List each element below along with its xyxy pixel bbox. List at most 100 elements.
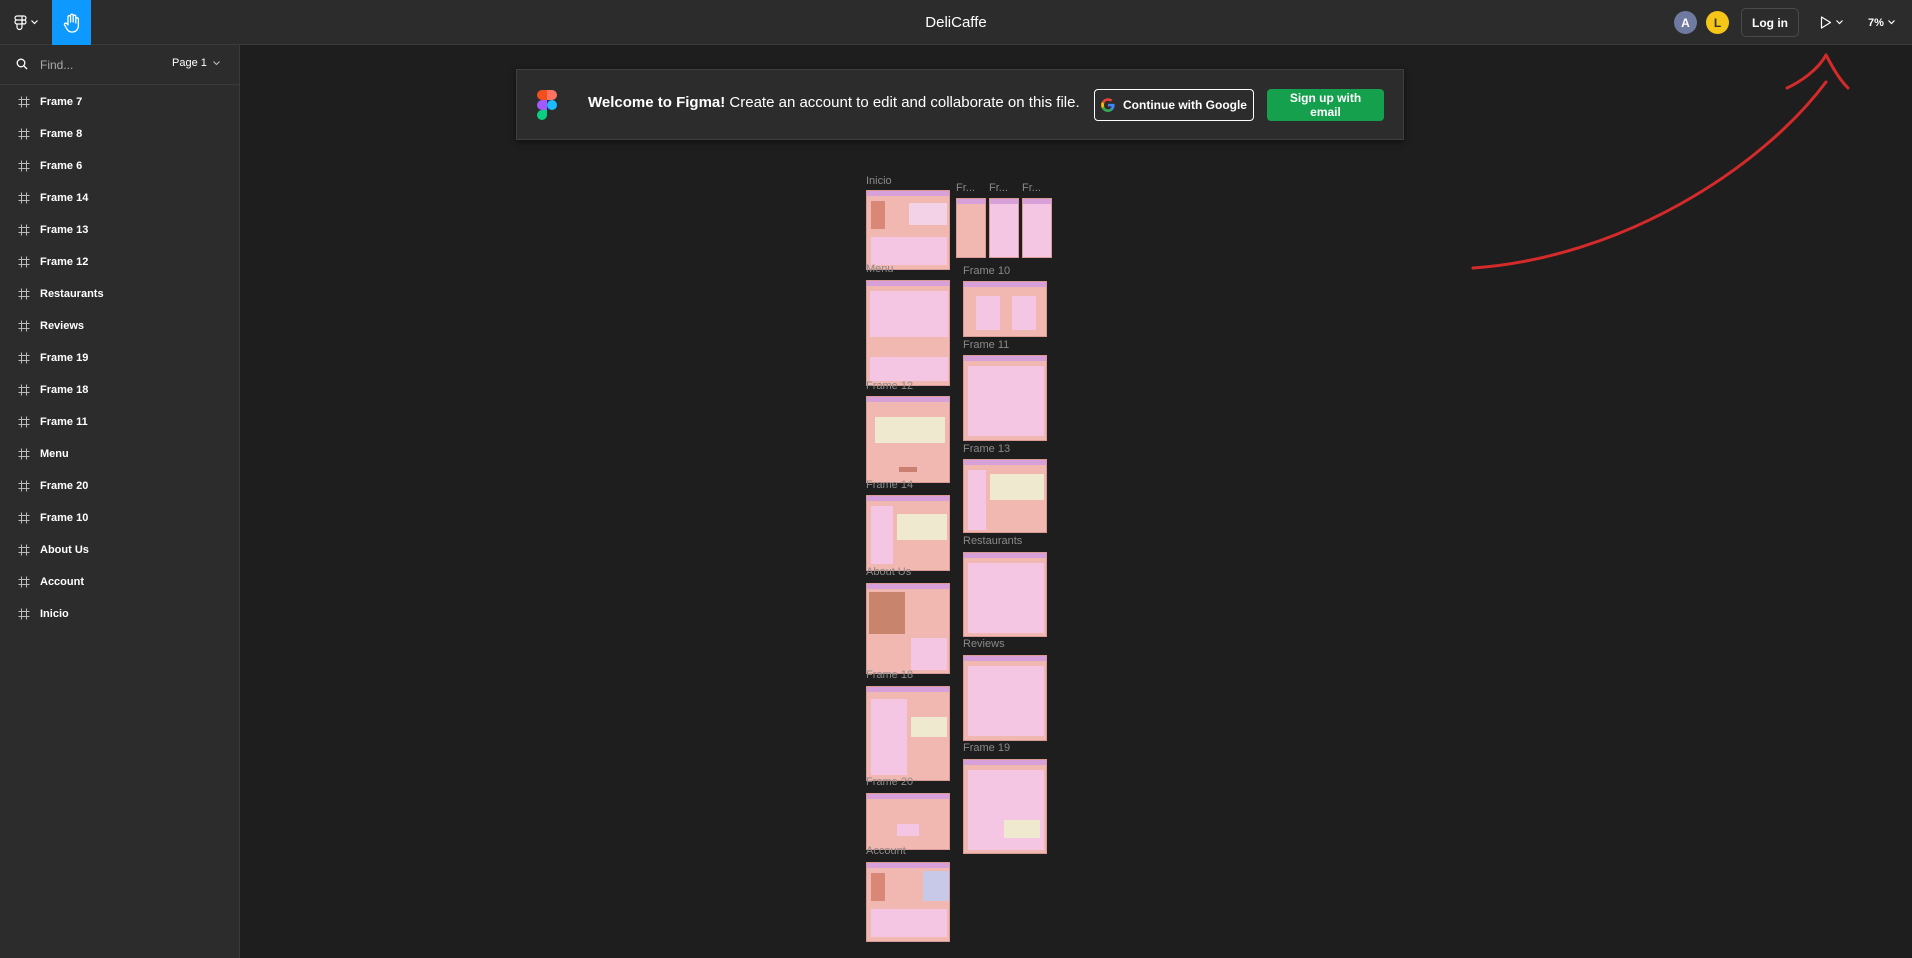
login-button[interactable]: Log in xyxy=(1741,8,1799,37)
frame-label: Frame 20 xyxy=(866,776,914,788)
layer-item-label: About Us xyxy=(40,544,89,556)
frame-label: Fr... xyxy=(989,182,1008,194)
hand-tool-button[interactable] xyxy=(52,0,91,45)
avatar[interactable]: L xyxy=(1706,11,1729,34)
frame-label: Frame 12 xyxy=(866,380,914,392)
frame-thumbnail[interactable] xyxy=(963,355,1047,441)
avatar[interactable]: A xyxy=(1674,11,1697,34)
present-button[interactable] xyxy=(1820,10,1856,35)
figma-logo-icon xyxy=(537,90,557,120)
frame-thumbnail[interactable] xyxy=(956,198,986,258)
frame-thumbnail[interactable] xyxy=(866,793,950,850)
frame-label: Fr... xyxy=(956,182,975,194)
layer-item-label: Frame 18 xyxy=(40,384,89,396)
layer-item[interactable]: Inicio xyxy=(0,598,239,630)
frame-label: Frame 13 xyxy=(963,443,1011,455)
sign-up-email-button[interactable]: Sign up with email xyxy=(1267,89,1384,121)
layer-item[interactable]: Reviews xyxy=(0,310,239,342)
page-selector-label: Page 1 xyxy=(172,57,207,69)
frame-thumbnail[interactable] xyxy=(866,583,950,674)
layer-item[interactable]: Account xyxy=(0,566,239,598)
layer-item-label: Menu xyxy=(40,448,69,460)
welcome-banner: Welcome to Figma! Create an account to e… xyxy=(516,69,1404,140)
layer-search-input[interactable] xyxy=(38,53,162,77)
frame-icon xyxy=(18,192,30,204)
frame-thumbnail[interactable] xyxy=(866,686,950,781)
layer-item[interactable]: Frame 20 xyxy=(0,470,239,502)
layer-item-label: Frame 12 xyxy=(40,256,89,268)
annotation-arrow xyxy=(1471,53,1850,270)
frame-icon xyxy=(18,224,30,236)
welcome-title: Welcome to Figma! xyxy=(588,94,726,111)
frame-icon xyxy=(18,384,30,396)
layer-search-row: Page 1 xyxy=(0,45,239,85)
frame-icon xyxy=(18,544,30,556)
page-selector[interactable]: Page 1 xyxy=(172,57,220,69)
frame-thumbnail[interactable] xyxy=(963,655,1047,741)
frame-thumbnail[interactable] xyxy=(866,280,950,386)
chevron-down-icon xyxy=(212,60,220,65)
frame-icon xyxy=(18,96,30,108)
layer-item[interactable]: Frame 12 xyxy=(0,246,239,278)
layer-item-label: Frame 10 xyxy=(40,512,89,524)
continue-with-google-label: Continue with Google xyxy=(1123,98,1247,112)
frame-thumbnail[interactable] xyxy=(963,459,1047,533)
layer-item[interactable]: Frame 6 xyxy=(0,150,239,182)
layers-sidebar: Page 1 Frame 7 Frame 8 Frame 6 Frame 14 … xyxy=(0,45,240,958)
play-icon xyxy=(1820,16,1832,29)
google-logo-icon xyxy=(1101,98,1115,112)
main-menu-button[interactable] xyxy=(0,0,52,45)
frame-label: Frame 11 xyxy=(963,339,1010,351)
zoom-level: 7% xyxy=(1868,16,1884,29)
frame-label: Inicio xyxy=(866,175,892,187)
layer-item-label: Frame 11 xyxy=(40,416,88,428)
layer-item[interactable]: Frame 11 xyxy=(0,406,239,438)
layer-item[interactable]: Frame 8 xyxy=(0,118,239,150)
layer-item-label: Inicio xyxy=(40,608,69,620)
frame-thumbnail[interactable] xyxy=(963,552,1047,637)
frame-thumbnail[interactable] xyxy=(866,396,950,483)
frame-icon xyxy=(18,288,30,300)
continue-with-google-button[interactable]: Continue with Google xyxy=(1094,89,1254,121)
frame-label: Restaurants xyxy=(963,535,1023,547)
frame-label: Frame 10 xyxy=(963,265,1011,277)
frame-icon xyxy=(18,608,30,620)
layer-item[interactable]: Frame 19 xyxy=(0,342,239,374)
frame-thumbnail[interactable] xyxy=(963,759,1047,854)
layer-item[interactable]: Frame 13 xyxy=(0,214,239,246)
frame-label: Frame 19 xyxy=(963,742,1011,754)
layer-item[interactable]: About Us xyxy=(0,534,239,566)
frame-thumbnail[interactable] xyxy=(866,862,950,942)
frame-icon xyxy=(18,128,30,140)
frame-thumbnail[interactable] xyxy=(866,190,950,270)
layer-item[interactable]: Frame 14 xyxy=(0,182,239,214)
layer-item-label: Frame 6 xyxy=(40,160,83,172)
layer-item-label: Frame 7 xyxy=(40,96,83,108)
layer-item-label: Frame 20 xyxy=(40,480,89,492)
chevron-down-icon xyxy=(1887,20,1895,25)
frame-thumbnail[interactable] xyxy=(963,281,1047,337)
layer-item-label: Frame 14 xyxy=(40,192,89,204)
layer-item[interactable]: Frame 18 xyxy=(0,374,239,406)
layer-item[interactable]: Restaurants xyxy=(0,278,239,310)
frame-icon xyxy=(18,160,30,172)
welcome-message: Welcome to Figma! Create an account to e… xyxy=(588,94,1080,111)
frame-icon xyxy=(18,512,30,524)
frame-thumbnail[interactable] xyxy=(1022,198,1052,258)
layer-item-label: Account xyxy=(40,576,84,588)
layer-item[interactable]: Frame 7 xyxy=(0,86,239,118)
layer-item[interactable]: Menu xyxy=(0,438,239,470)
frame-label: Frame 14 xyxy=(866,479,914,491)
frame-thumbnail[interactable] xyxy=(989,198,1019,258)
layer-item-label: Restaurants xyxy=(40,288,104,300)
search-icon xyxy=(16,58,28,70)
layer-item-label: Frame 8 xyxy=(40,128,83,140)
layer-item[interactable]: Frame 10 xyxy=(0,502,239,534)
layer-item-label: Reviews xyxy=(40,320,85,332)
frame-icon xyxy=(18,480,30,492)
frame-thumbnail[interactable] xyxy=(866,495,950,571)
frame-label: About Us xyxy=(866,566,912,578)
frame-icon xyxy=(18,320,30,332)
zoom-menu-button[interactable]: 7% xyxy=(1868,10,1906,35)
frame-label: Menu xyxy=(866,263,894,275)
